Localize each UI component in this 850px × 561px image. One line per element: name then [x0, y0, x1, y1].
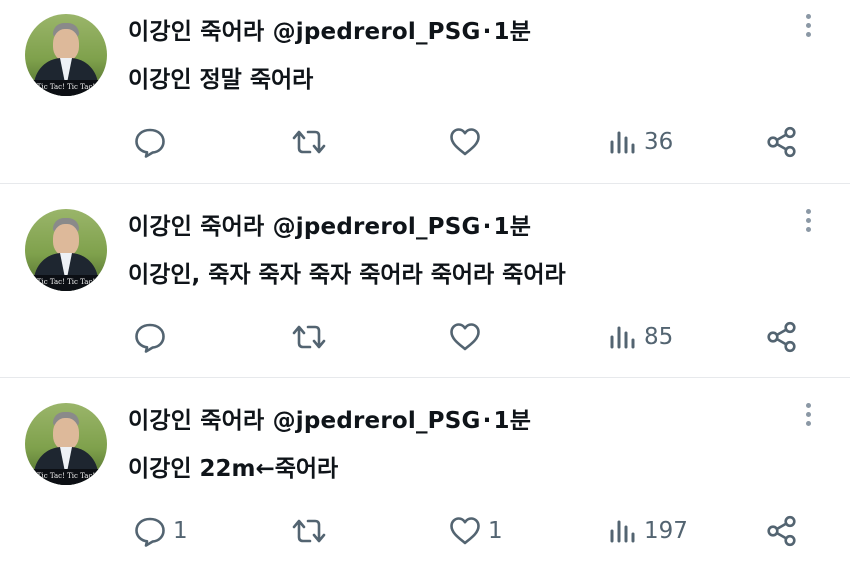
tweet-time[interactable]: 1분	[494, 19, 532, 45]
author-handle[interactable]: @jpedrerol_PSG	[273, 214, 481, 240]
avatar-caption: Tic Tac! Tic Tac!	[25, 80, 107, 96]
share-icon	[767, 515, 796, 547]
more-icon[interactable]	[796, 14, 820, 44]
reply-icon	[135, 323, 165, 353]
header-separator: ·	[482, 408, 492, 434]
heart-icon	[450, 128, 480, 156]
author-handle[interactable]: @jpedrerol_PSG	[273, 408, 481, 434]
views-button[interactable]: 85	[608, 319, 673, 355]
tweet-text: 이강인, 죽자 죽자 죽자 죽어라 죽어라 죽어라	[128, 262, 566, 288]
like-button[interactable]	[448, 124, 488, 160]
retweet-icon	[292, 519, 326, 543]
heart-icon	[450, 517, 480, 545]
share-icon	[767, 321, 796, 353]
views-button[interactable]: 197	[608, 513, 688, 549]
share-button[interactable]	[765, 319, 799, 355]
header-separator: ·	[482, 214, 492, 240]
divider	[0, 183, 850, 184]
header-separator: ·	[482, 19, 492, 45]
author-name[interactable]: 이강인 죽어라	[128, 408, 264, 434]
tweet-header: 이강인 죽어라 @jpedrerol_PSG·1분	[128, 12, 531, 46]
like-button[interactable]	[448, 319, 488, 355]
views-chart-icon	[610, 131, 635, 154]
more-icon[interactable]	[796, 209, 820, 239]
like-count: 1	[488, 518, 503, 544]
reply-count: 1	[173, 518, 188, 544]
tweet-header: 이강인 죽어라 @jpedrerol_PSG·1분	[128, 401, 531, 435]
views-button[interactable]: 36	[608, 124, 673, 160]
author-name[interactable]: 이강인 죽어라	[128, 214, 264, 240]
share-icon	[767, 126, 796, 158]
tweet-text: 이강인 정말 죽어라	[128, 67, 314, 93]
views-chart-icon	[610, 520, 635, 543]
tweet-header: 이강인 죽어라 @jpedrerol_PSG·1분	[128, 207, 531, 241]
tweet-1[interactable]: Tic Tac! Tic Tac! 이강인 죽어라 @jpedrerol_PSG…	[0, 0, 850, 184]
avatar[interactable]: Tic Tac! Tic Tac!	[25, 209, 107, 291]
views-count: 85	[644, 324, 674, 350]
tweet-time[interactable]: 1분	[494, 408, 532, 434]
tweet-3[interactable]: Tic Tac! Tic Tac! 이강인 죽어라 @jpedrerol_PSG…	[0, 389, 850, 561]
retweet-button[interactable]	[290, 513, 334, 549]
tweet-text: 이강인 22m←죽어라	[128, 456, 339, 482]
author-name[interactable]: 이강인 죽어라	[128, 19, 264, 45]
retweet-icon	[292, 130, 326, 154]
share-button[interactable]	[765, 124, 799, 160]
avatar-caption: Tic Tac! Tic Tac!	[25, 275, 107, 291]
retweet-button[interactable]	[290, 124, 334, 160]
heart-icon	[450, 323, 480, 351]
reply-button[interactable]: 1	[133, 513, 188, 549]
reply-button[interactable]	[133, 319, 173, 355]
views-chart-icon	[610, 326, 635, 349]
reply-icon	[135, 128, 165, 158]
tweet-2[interactable]: Tic Tac! Tic Tac! 이강인 죽어라 @jpedrerol_PSG…	[0, 195, 850, 379]
avatar[interactable]: Tic Tac! Tic Tac!	[25, 403, 107, 485]
divider	[0, 377, 850, 378]
share-button[interactable]	[765, 513, 799, 549]
reply-icon	[135, 517, 165, 547]
like-button[interactable]: 1	[448, 513, 503, 549]
avatar[interactable]: Tic Tac! Tic Tac!	[25, 14, 107, 96]
author-handle[interactable]: @jpedrerol_PSG	[273, 19, 481, 45]
more-icon[interactable]	[796, 403, 820, 433]
retweet-button[interactable]	[290, 319, 334, 355]
views-count: 197	[644, 518, 688, 544]
reply-button[interactable]	[133, 124, 173, 160]
avatar-caption: Tic Tac! Tic Tac!	[25, 469, 107, 485]
tweet-time[interactable]: 1분	[494, 214, 532, 240]
views-count: 36	[644, 129, 674, 155]
retweet-icon	[292, 325, 326, 349]
